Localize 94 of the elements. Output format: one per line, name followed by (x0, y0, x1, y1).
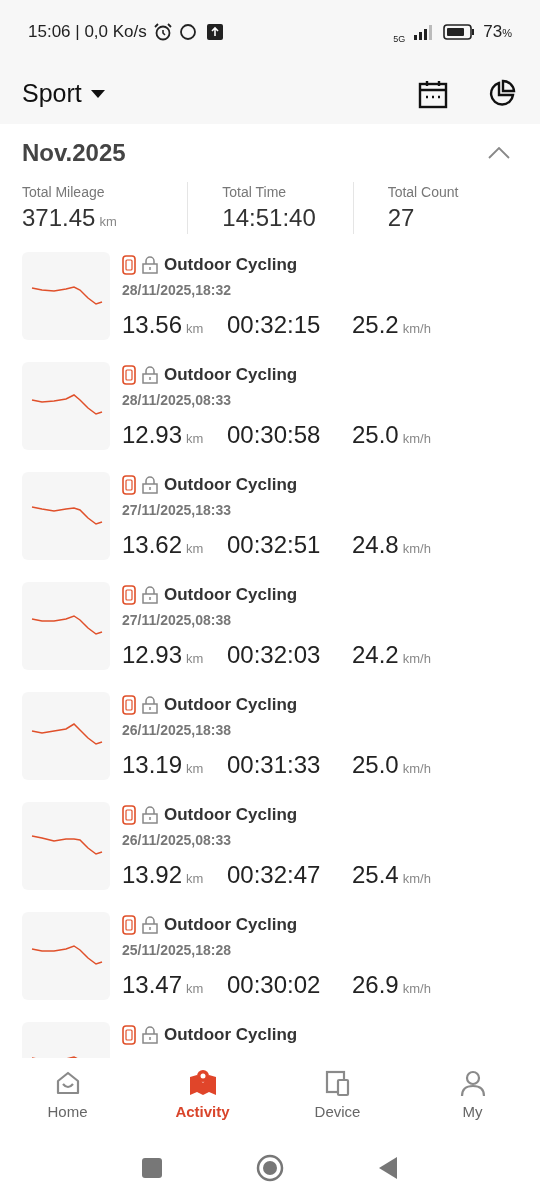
distance-value: 12.93 km (122, 419, 205, 450)
route-sparkline (31, 286, 103, 305)
route-thumbnail[interactable] (22, 582, 110, 670)
route-sparkline (31, 506, 103, 525)
duration-value: 00:32:51 (227, 529, 322, 560)
activity-title: Outdoor Cycling (164, 804, 298, 826)
speed-value: 25.2 km/h (352, 309, 431, 340)
watch-icon (122, 474, 136, 495)
duration-value: 00:31:33 (227, 749, 322, 780)
summary-value: 14:51:40 (222, 203, 317, 233)
distance-value: 13.47 km (122, 969, 205, 1000)
duration-value: 00:32:15 (227, 309, 322, 340)
speed-value: 24.8 km/h (352, 529, 431, 560)
distance-value: 12.93 km (122, 639, 205, 670)
duration-value: 00:30:58 (227, 419, 322, 450)
speed-value: 24.2 km/h (352, 639, 431, 670)
lock-icon (142, 585, 158, 604)
watch-icon (122, 364, 136, 385)
person-icon (458, 1069, 487, 1098)
activity-title: Outdoor Cycling (164, 1024, 298, 1046)
summary-label: Total Mileage (22, 183, 106, 202)
caret-icon (89, 89, 106, 99)
watch-icon (122, 584, 136, 605)
upload-icon (206, 24, 223, 40)
route-thumbnail[interactable] (22, 472, 110, 560)
alarm-icon (152, 22, 173, 42)
speed-value: 25.0 km/h (352, 749, 431, 780)
duration-value: 00:30:02 (227, 969, 322, 1000)
duration-value: 00:32:03 (227, 639, 322, 670)
route-thumbnail[interactable] (22, 252, 110, 340)
activity-title: Outdoor Cycling (164, 584, 298, 606)
month-title: Nov.2025 (22, 138, 126, 168)
activity-date: 28/11/2025,08:33 (122, 390, 232, 410)
calendar-button[interactable] (418, 79, 448, 109)
chevron-icon (488, 147, 510, 159)
distance-value: 13.19 km (122, 749, 205, 780)
route-thumbnail[interactable] (22, 362, 110, 450)
activity-date: 26/11/2025,08:33 (122, 830, 232, 850)
network-label: 5G (393, 33, 406, 47)
duration-value: 00:32:47 (227, 859, 322, 890)
route-sparkline (31, 945, 103, 965)
nav-tab[interactable]: Home (0, 1069, 135, 1124)
summary-label: Total Count (387, 183, 460, 202)
activity-title: Outdoor Cycling (164, 364, 298, 386)
route-sparkline (31, 394, 103, 415)
back-icon[interactable] (378, 1155, 398, 1180)
summary-value: 27 (387, 203, 416, 233)
lock-icon (142, 255, 158, 274)
activity-title: Outdoor Cycling (164, 914, 298, 936)
activity-title: Outdoor Cycling (164, 254, 298, 276)
watch-icon (122, 254, 136, 275)
route-thumbnail[interactable] (22, 802, 110, 890)
activity-title: Outdoor Cycling (164, 694, 298, 716)
distance-value: 13.92 km (122, 859, 205, 890)
distance-value: 13.56 km (122, 309, 205, 340)
battery-icon (443, 24, 476, 40)
nav-tab[interactable]: My (405, 1069, 540, 1124)
nav-tab[interactable]: Activity (135, 1069, 270, 1124)
watch-icon (122, 914, 136, 935)
watch-icon (122, 1024, 136, 1045)
route-sparkline (31, 615, 103, 635)
lock-icon (142, 1025, 158, 1044)
home-circle-icon[interactable] (256, 1153, 284, 1182)
status-time: 15:06 | 0,0 Ko/s (28, 21, 147, 44)
map-pin-icon (187, 1069, 218, 1098)
route-thumbnail[interactable] (22, 692, 110, 780)
speed-value: 26.9 km/h (352, 969, 431, 1000)
watch-icon (122, 694, 136, 715)
lock-icon (142, 695, 158, 714)
activity-date: 27/11/2025,18:33 (122, 500, 232, 520)
lock-icon (142, 805, 158, 824)
summary-label: Total Time (222, 183, 288, 202)
lock-icon (142, 475, 158, 494)
recents-icon[interactable] (142, 1157, 162, 1178)
sport-dropdown[interactable]: Sport (22, 75, 106, 113)
route-sparkline (31, 723, 103, 745)
activity-date: 27/11/2025,08:38 (122, 610, 232, 630)
activity-date: 28/11/2025,18:32 (122, 280, 232, 300)
watch-icon (122, 804, 136, 825)
lock-icon (142, 365, 158, 384)
summary-value: 371.45 km (22, 203, 118, 233)
lock-icon (142, 915, 158, 934)
speed-value: 25.4 km/h (352, 859, 431, 890)
activity-date: 25/11/2025,18:28 (122, 940, 232, 960)
nav-tab[interactable]: Device (270, 1069, 405, 1124)
speed-value: 25.0 km/h (352, 419, 431, 450)
activity-title: Outdoor Cycling (164, 474, 298, 496)
distance-value: 13.62 km (122, 529, 205, 560)
devices-icon (323, 1069, 352, 1098)
activity-date: 26/11/2025,18:38 (122, 720, 232, 740)
route-thumbnail[interactable] (22, 912, 110, 1000)
route-sparkline (31, 835, 103, 855)
calendar-icon (418, 79, 448, 109)
battery-percent: 73% (483, 21, 512, 44)
